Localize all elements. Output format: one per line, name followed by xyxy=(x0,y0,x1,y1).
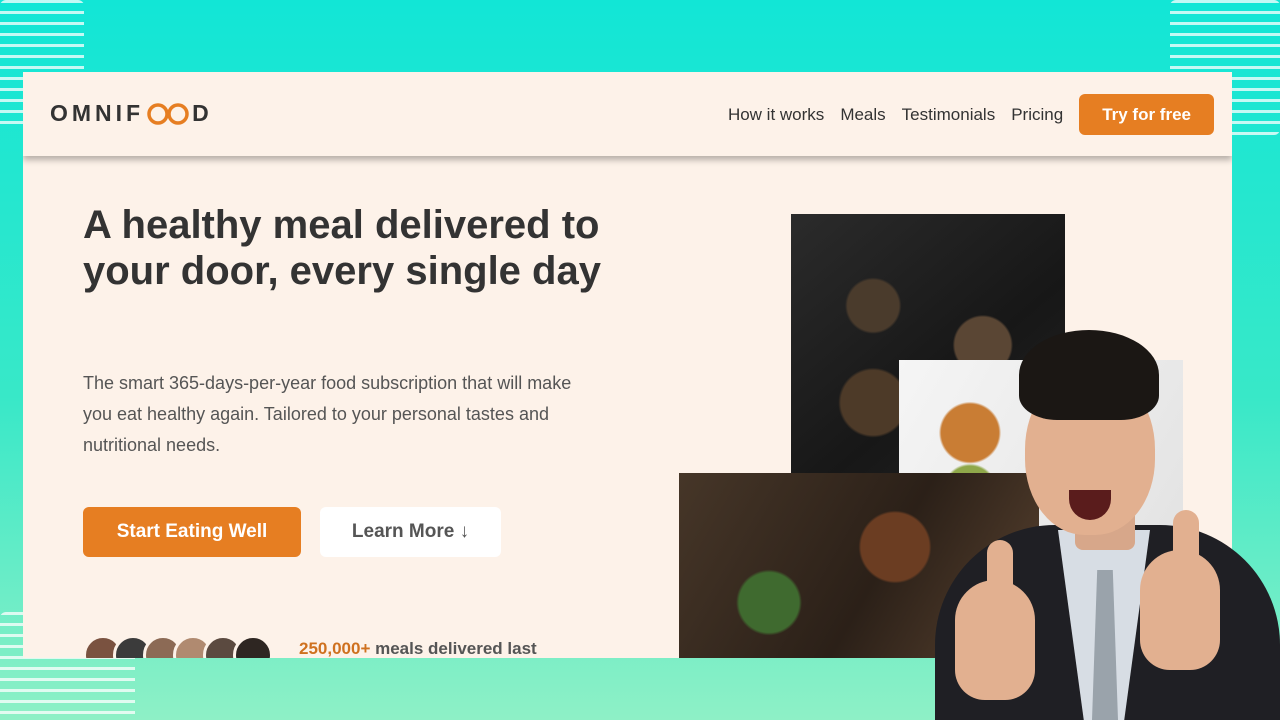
nav-link-pricing[interactable]: Pricing xyxy=(1011,105,1063,125)
right-thumb xyxy=(1173,510,1199,570)
learn-more-button[interactable]: Learn More ↓ xyxy=(320,507,501,557)
hair xyxy=(1019,330,1159,420)
nav-link-meals[interactable]: Meals xyxy=(840,105,885,125)
meals-delivered-text: 250,000+ meals delivered last xyxy=(299,639,537,658)
logo-text-left: OMNIF xyxy=(50,100,145,126)
nav-link-how-it-works[interactable]: How it works xyxy=(728,105,824,125)
logo-infinity-icon xyxy=(147,102,189,125)
left-thumb xyxy=(987,540,1013,600)
hero-title: A healthy meal delivered to your door, e… xyxy=(83,203,601,293)
start-eating-well-button[interactable]: Start Eating Well xyxy=(83,507,301,557)
customer-avatars xyxy=(83,635,273,658)
nav-link-testimonials[interactable]: Testimonials xyxy=(902,105,996,125)
meals-delivered-label: meals delivered last xyxy=(370,639,537,658)
site-header: OMNIF D How it works Meals Testimonials … xyxy=(23,72,1232,156)
customer-avatar xyxy=(233,635,273,658)
meals-delivered-count: 250,000+ xyxy=(299,639,371,658)
try-for-free-button[interactable]: Try for free xyxy=(1079,94,1214,135)
logo[interactable]: OMNIF D xyxy=(50,100,213,127)
thumbs-up-man-photo xyxy=(895,330,1280,720)
logo-text-right: D xyxy=(192,100,213,126)
hero-description: The smart 365-days-per-year food subscri… xyxy=(83,373,572,455)
main-nav: How it works Meals Testimonials Pricing … xyxy=(728,94,1214,135)
